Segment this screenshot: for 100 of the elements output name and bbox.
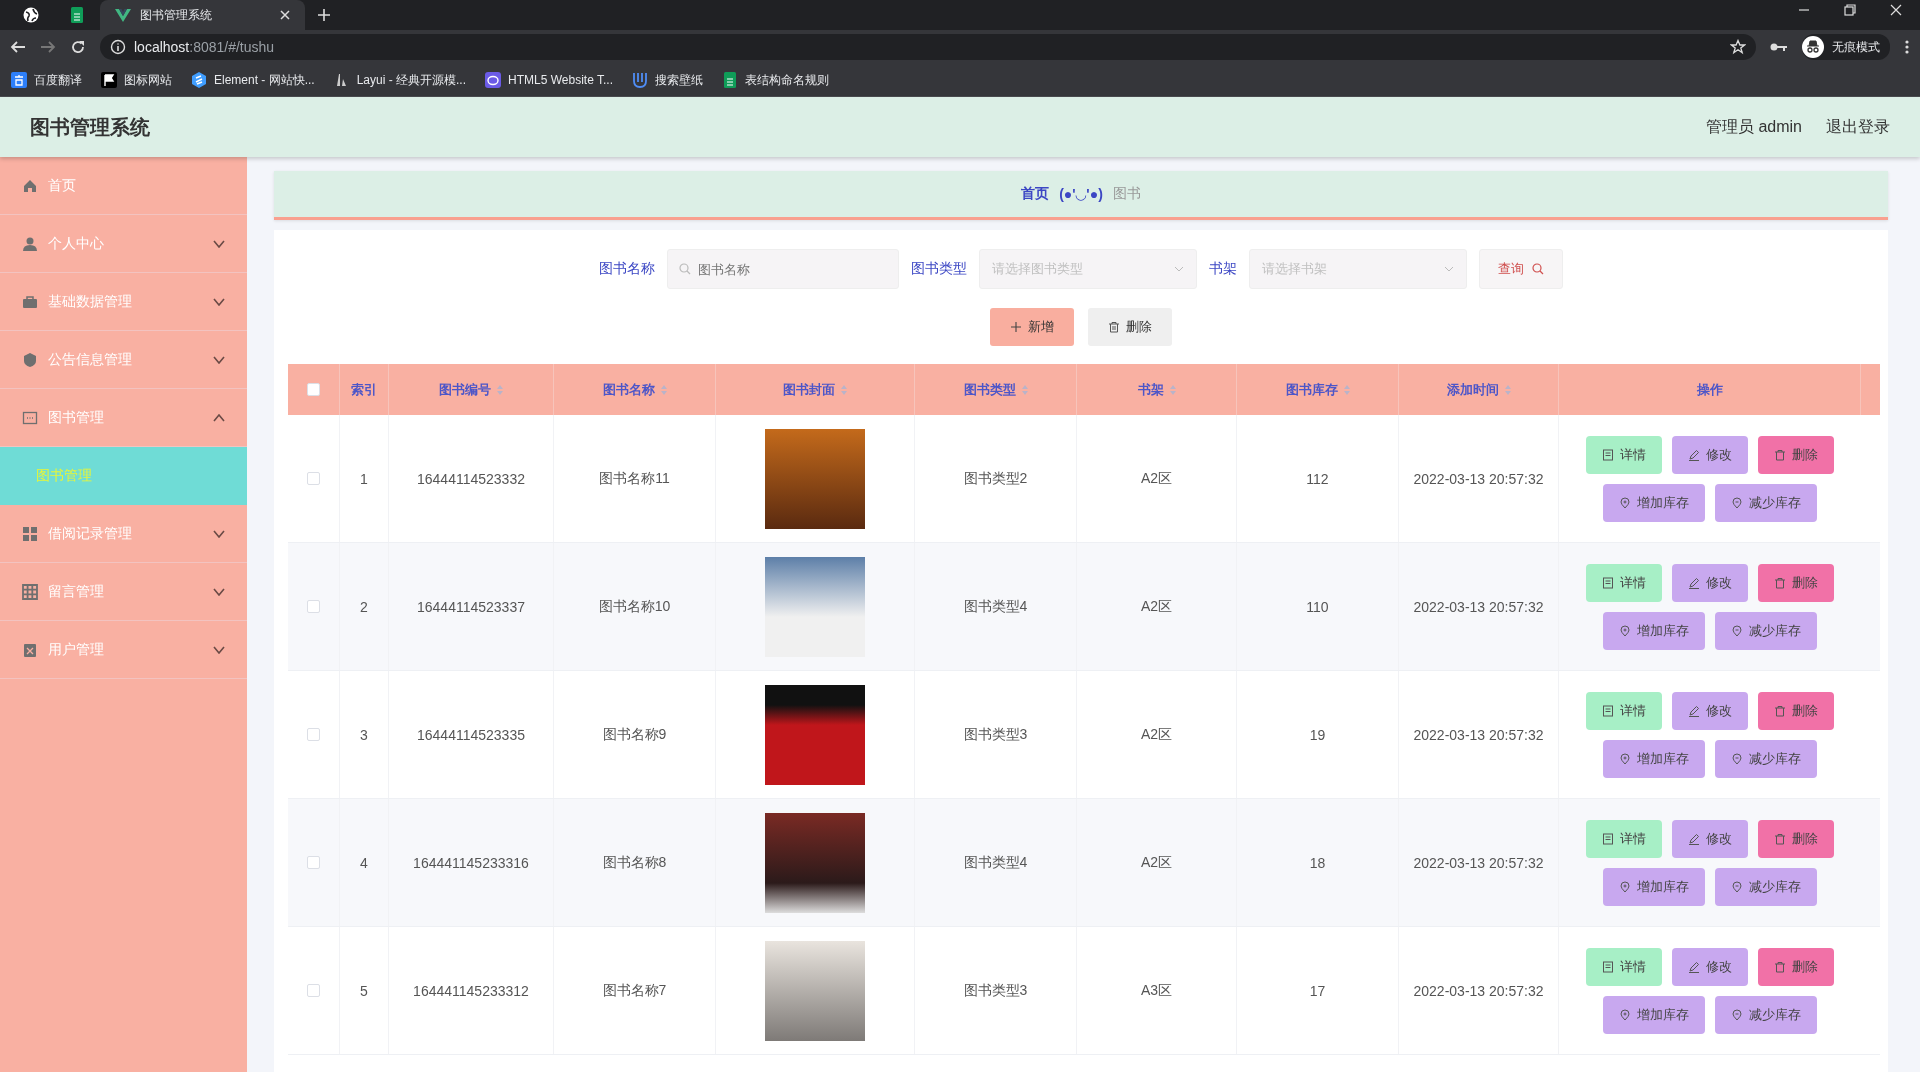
checkbox[interactable] — [307, 472, 320, 485]
close-icon[interactable] — [1890, 4, 1902, 16]
table-cell: 17 — [1309, 982, 1326, 999]
pencil-icon — [1688, 832, 1700, 845]
bookmark[interactable]: Layui - 经典开源模... — [332, 71, 467, 89]
bookmark[interactable]: 图标网站 — [100, 71, 172, 89]
table-cell: 16444114523332 — [417, 470, 525, 487]
reduce-stock-button[interactable]: 减少库存 — [1715, 483, 1817, 522]
home-icon — [22, 177, 38, 194]
edit-button[interactable]: 修改 — [1672, 563, 1748, 602]
star-icon[interactable] — [1730, 39, 1746, 55]
delete-button[interactable]: 删除 — [1758, 691, 1834, 730]
details-button[interactable]: 详情 — [1586, 435, 1662, 474]
chevron-down-icon — [1174, 266, 1184, 272]
edit-button[interactable]: 修改 — [1672, 819, 1748, 858]
delete-button[interactable]: 删除 — [1758, 563, 1834, 602]
reduce-stock-button[interactable]: 减少库存 — [1715, 867, 1817, 906]
table-cell: A2区 — [1140, 469, 1173, 488]
flag-icon — [100, 71, 118, 89]
reduce-stock-button[interactable]: 减少库存 — [1715, 995, 1817, 1034]
bookmark[interactable]: Element - 网站快... — [190, 71, 315, 89]
bookmark[interactable]: 百度翻译 — [10, 71, 82, 89]
delete-button[interactable]: 删除 — [1758, 435, 1834, 474]
table-cell: 图书名称8 — [602, 853, 667, 872]
checkbox[interactable] — [307, 856, 320, 869]
back-icon[interactable] — [10, 39, 26, 55]
details-button[interactable]: 详情 — [1586, 691, 1662, 730]
forward-icon[interactable] — [40, 39, 56, 55]
incognito-button[interactable]: 无痕模式 — [1802, 34, 1890, 60]
logout-link[interactable]: 退出登录 — [1826, 116, 1890, 138]
table-cell: 110 — [1306, 598, 1329, 615]
add-stock-button[interactable]: 增加库存 — [1603, 739, 1705, 778]
add-stock-button[interactable]: 增加库存 — [1603, 483, 1705, 522]
edit-button[interactable]: 修改 — [1672, 435, 1748, 474]
table-cell: 18 — [1309, 854, 1326, 871]
bookmark[interactable]: 搜索壁纸 — [631, 71, 703, 89]
column-header: 图书编号 — [439, 380, 491, 399]
reload-icon[interactable] — [70, 39, 86, 55]
reduce-stock-button[interactable]: 减少库存 — [1715, 611, 1817, 650]
checkbox[interactable] — [307, 600, 320, 613]
pin-plus-icon — [1619, 624, 1631, 637]
add-stock-button[interactable]: 增加库存 — [1603, 867, 1705, 906]
trash-icon — [1774, 704, 1786, 717]
edit-button[interactable]: 修改 — [1672, 947, 1748, 986]
table-cell: 图书名称11 — [599, 469, 670, 488]
details-button[interactable]: 详情 — [1586, 563, 1662, 602]
column-header: 图书类型 — [963, 380, 1016, 399]
app-title: 图书管理系统 — [30, 114, 150, 140]
filter-label: 书架 — [1209, 260, 1237, 278]
edit-button[interactable]: 修改 — [1672, 691, 1748, 730]
search-button[interactable]: 查询 — [1479, 249, 1563, 289]
grid-icon — [22, 525, 38, 542]
breadcrumb-current: 图书 — [1112, 185, 1141, 203]
pencil-icon — [1688, 448, 1700, 461]
grid-icon — [22, 583, 38, 600]
table-cell: 2022-03-13 20:57:32 — [1413, 470, 1544, 487]
key-icon[interactable] — [1770, 41, 1788, 53]
details-button[interactable]: 详情 — [1586, 947, 1662, 986]
table-cell: 112 — [1306, 470, 1329, 487]
browser-tab[interactable]: 图书管理系统 — [100, 0, 305, 30]
add-stock-button[interactable]: 增加库存 — [1603, 995, 1705, 1034]
pin-plus-icon — [1619, 496, 1631, 509]
v-logo-icon — [114, 6, 132, 24]
tab-title: 图书管理系统 — [140, 6, 213, 24]
trash-icon — [1774, 448, 1786, 461]
bookmark[interactable]: 表结构命名规则 — [721, 71, 829, 89]
delete-button[interactable]: 删除 — [1758, 947, 1834, 986]
pin-minus-icon — [1731, 752, 1743, 765]
more-icon[interactable] — [1904, 39, 1910, 55]
pin-plus-icon — [1619, 880, 1631, 893]
checkbox[interactable] — [307, 383, 320, 396]
column-header: 书架 — [1137, 380, 1164, 399]
address-bar[interactable]: localhost:8081/#/tushu — [100, 34, 1756, 60]
new-tab-icon[interactable] — [317, 8, 331, 22]
table-cell: 图书类型2 — [963, 469, 1028, 488]
search-field[interactable]: 图书名称 — [667, 249, 899, 289]
column-header: 图书名称 — [602, 380, 655, 399]
add-button[interactable]: 新增 — [990, 308, 1074, 346]
restore-icon[interactable] — [1844, 4, 1856, 16]
column-header: 添加时间 — [1446, 380, 1499, 399]
pin-plus-icon — [1619, 752, 1631, 765]
close-icon[interactable] — [279, 9, 291, 21]
trash-icon — [1774, 832, 1786, 845]
table-cell: A2区 — [1140, 597, 1173, 616]
delete-button[interactable]: 删除 — [1088, 308, 1172, 346]
table-cell: 2022-03-13 20:57:32 — [1413, 982, 1544, 999]
checkbox[interactable] — [307, 728, 320, 741]
table-cell: 164441145233316 — [413, 854, 529, 871]
table-cell: 2 — [360, 598, 368, 615]
delete-button[interactable]: 删除 — [1758, 819, 1834, 858]
details-button[interactable]: 详情 — [1586, 819, 1662, 858]
trash-icon — [1108, 321, 1120, 333]
table-cell: 4 — [360, 854, 368, 871]
checkbox[interactable] — [307, 984, 320, 997]
breadcrumb-link[interactable]: 首页 — [1021, 185, 1050, 203]
bookmark[interactable]: HTML5 Website T... — [484, 71, 613, 89]
table-cell: 2022-03-13 20:57:32 — [1413, 854, 1544, 871]
add-stock-button[interactable]: 增加库存 — [1603, 611, 1705, 650]
reduce-stock-button[interactable]: 减少库存 — [1715, 739, 1817, 778]
spreadsheet-icon — [721, 71, 739, 89]
